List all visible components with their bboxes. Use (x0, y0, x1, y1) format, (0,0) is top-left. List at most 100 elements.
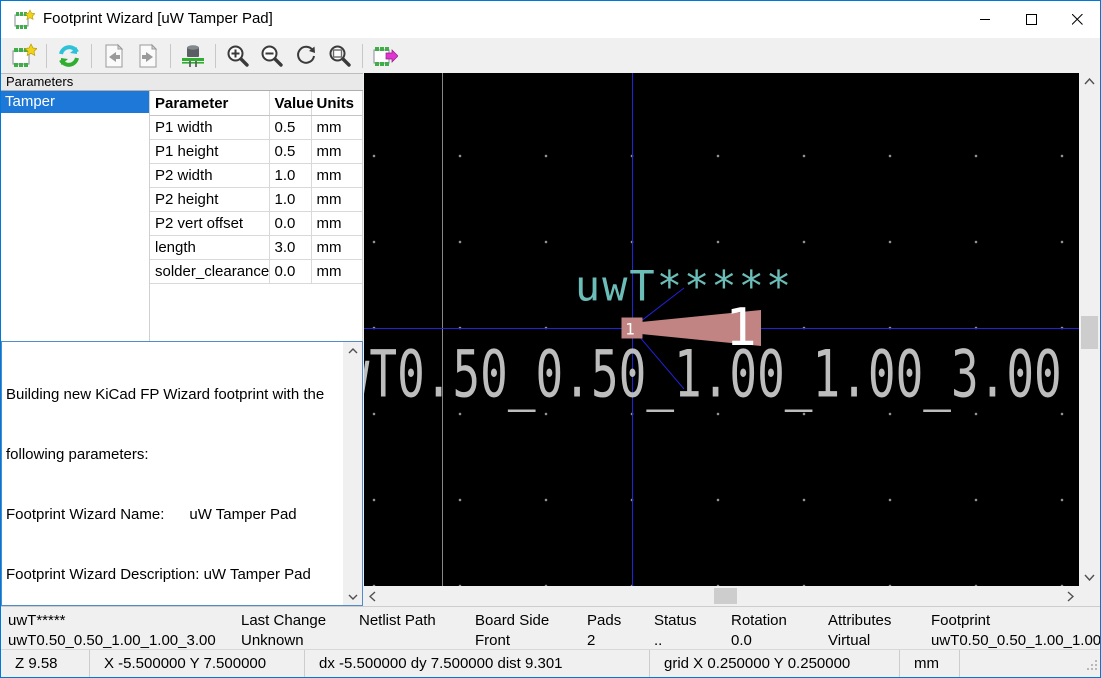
param-value[interactable]: 1.0 (269, 188, 311, 212)
param-name: solder_clearance (150, 260, 269, 284)
titlebar[interactable]: Footprint Wizard [uW Tamper Pad] (1, 1, 1100, 38)
message-scrollbar[interactable] (343, 342, 362, 605)
status-bar: Z 9.58 X -5.500000 Y 7.500000 dx -5.5000… (1, 649, 1100, 677)
zoom-fit-icon[interactable] (323, 40, 357, 72)
reference-text: uwT***** (575, 262, 793, 311)
column-header-units: Units (311, 91, 362, 116)
wizard-page-list: Tamper (1, 91, 150, 341)
units: mm (899, 650, 959, 677)
relative-position: dx -5.500000 dy 7.500000 dist 9.301 (304, 650, 649, 677)
param-row: P1 height 0.5 mm (150, 140, 362, 164)
param-units: mm (311, 236, 362, 260)
param-name: P2 vert offset (150, 212, 269, 236)
scroll-left-icon[interactable] (364, 586, 381, 606)
param-units: mm (311, 260, 362, 284)
scroll-down-icon[interactable] (1079, 569, 1100, 586)
param-name: P2 width (150, 164, 269, 188)
scrollbar-corner (1079, 586, 1100, 606)
status-field-status: Status .. (654, 612, 697, 652)
footprint-graphics (364, 73, 1079, 586)
wizard-select-icon[interactable] (7, 40, 41, 72)
vertical-scroll-thumb[interactable] (1081, 316, 1098, 349)
zoom-out-icon[interactable] (255, 40, 289, 72)
column-header-parameter: Parameter (150, 91, 269, 116)
param-row: P2 height 1.0 mm (150, 188, 362, 212)
status-field-attributes: Attributes Virtual (828, 612, 891, 652)
message-panel: Building new KiCad FP Wizard footprint w… (1, 341, 363, 606)
param-value[interactable]: 0.0 (269, 212, 311, 236)
status-field-last-change: Last Change Unknown (241, 612, 326, 652)
toolbar-separator (215, 44, 216, 68)
message-line: Building new KiCad FP Wizard footprint w… (6, 385, 340, 405)
resize-grip-icon[interactable] (1087, 658, 1098, 675)
param-units: mm (311, 212, 362, 236)
window-title: Footprint Wizard [uW Tamper Pad] (43, 10, 273, 27)
zoom-level: Z 9.58 (1, 650, 89, 677)
scroll-right-icon[interactable] (1062, 586, 1079, 606)
previous-page-icon[interactable] (97, 40, 131, 72)
close-button[interactable] (1054, 1, 1100, 38)
footprint-preview-canvas[interactable]: uwT***** uwT0.50_0.50_1.00_1.00_3.00 1 1 (364, 73, 1079, 586)
horizontal-scroll-thumb[interactable] (714, 588, 737, 604)
param-row: P2 vert offset 0.0 mm (150, 212, 362, 236)
param-value[interactable]: 0.5 (269, 116, 311, 140)
param-row: P2 width 1.0 mm (150, 164, 362, 188)
status-field-rotation: Rotation 0.0 (731, 612, 787, 652)
parameter-table: Parameter Value Units P1 width 0.5 mm P1… (150, 91, 363, 341)
param-value[interactable]: 1.0 (269, 164, 311, 188)
grid-setting: grid X 0.250000 Y 0.250000 (649, 650, 899, 677)
zoom-in-icon[interactable] (221, 40, 255, 72)
param-units: mm (311, 140, 362, 164)
message-line: Footprint Wizard Name: uW Tamper Pad (6, 505, 340, 525)
scroll-up-icon[interactable] (343, 342, 362, 359)
param-value[interactable]: 0.5 (269, 140, 311, 164)
scroll-down-icon[interactable] (343, 588, 362, 605)
status-field-netlist-path: Netlist Path (359, 612, 436, 652)
status-field-name: uwT***** uwT0.50_0.50_1.00_1.00_3.00 (8, 612, 216, 652)
param-row: P1 width 0.5 mm (150, 116, 362, 140)
canvas-horizontal-scrollbar[interactable] (364, 586, 1079, 606)
footprint-reference: uwT***** (8, 612, 216, 632)
next-page-icon[interactable] (131, 40, 165, 72)
toolbar-separator (91, 44, 92, 68)
param-name: length (150, 236, 269, 260)
minimize-button[interactable] (962, 1, 1008, 38)
pad-properties-icon[interactable] (176, 40, 210, 72)
canvas-vertical-scrollbar[interactable] (1079, 73, 1100, 586)
message-line: following parameters: (6, 445, 340, 465)
param-value[interactable]: 0.0 (269, 260, 311, 284)
param-units: mm (311, 188, 362, 212)
param-name: P2 height (150, 188, 269, 212)
redraw-icon[interactable] (289, 40, 323, 72)
pad-1-number: 1 (625, 320, 635, 339)
param-units: mm (311, 164, 362, 188)
param-units: mm (311, 116, 362, 140)
param-name: P1 width (150, 116, 269, 140)
page-list-item-tamper[interactable]: Tamper (1, 91, 149, 113)
column-header-value: Value (269, 91, 311, 116)
status-field-pads: Pads 2 (587, 612, 621, 652)
value-text: uwT0.50_0.50_1.00_1.00_3.00 (364, 341, 1062, 406)
export-footprint-icon[interactable] (368, 40, 402, 72)
regenerate-icon[interactable] (52, 40, 86, 72)
maximize-button[interactable] (1008, 1, 1054, 38)
toolbar-separator (46, 44, 47, 68)
pad-2-number: 1 (725, 298, 756, 358)
status-bar-spacer (959, 650, 1100, 677)
footprint-wizard-window: Footprint Wizard [uW Tamper Pad] (0, 0, 1101, 678)
param-row: solder_clearance 0.0 mm (150, 260, 362, 284)
footprint-wizard-app-icon (13, 9, 35, 31)
param-value[interactable]: 3.0 (269, 236, 311, 260)
toolbar (1, 38, 1100, 73)
cursor-position: X -5.500000 Y 7.500000 (89, 650, 304, 677)
param-row: length 3.0 mm (150, 236, 362, 260)
parameters-panel-header: Parameters (1, 73, 363, 91)
parameter-table-header: Parameter Value Units (150, 91, 362, 116)
scroll-up-icon[interactable] (1079, 73, 1100, 90)
toolbar-separator (170, 44, 171, 68)
message-line: Footprint Wizard Description: uW Tamper … (6, 565, 340, 585)
toolbar-separator (362, 44, 363, 68)
footprint-status-panel: uwT***** uwT0.50_0.50_1.00_1.00_3.00 Las… (1, 606, 1100, 649)
status-field-footprint: Footprint uwT0.50_0.50_1.00_1.00_3.0 (931, 612, 1101, 652)
param-name: P1 height (150, 140, 269, 164)
